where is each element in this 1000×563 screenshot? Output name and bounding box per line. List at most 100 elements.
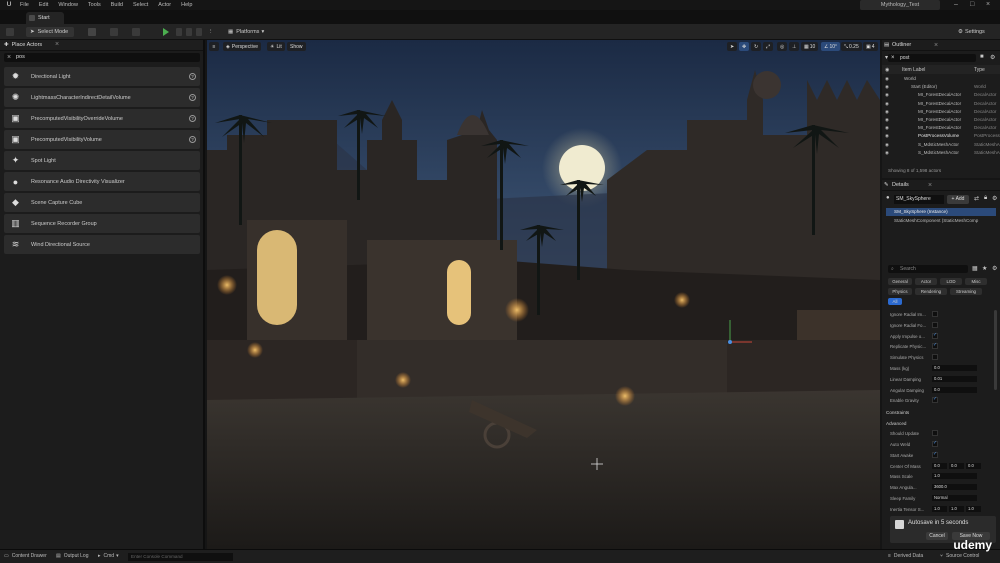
tab-all[interactable]: All bbox=[888, 298, 902, 305]
settings-dropdown[interactable]: ⚙ Settings bbox=[958, 27, 985, 37]
console-command-input[interactable]: Enter Console Command bbox=[128, 553, 233, 561]
menu-window[interactable]: Window bbox=[58, 2, 78, 8]
actor-item[interactable]: ✦ Spot Light bbox=[4, 151, 200, 170]
eject-button[interactable] bbox=[196, 27, 202, 37]
visibility-eye-icon[interactable]: ◉ bbox=[885, 133, 889, 139]
translate-tool-icon[interactable]: ✥ bbox=[739, 42, 750, 51]
property-value-field[interactable]: 3600.0 bbox=[932, 484, 977, 491]
output-log-button[interactable]: ▤ Output Log bbox=[56, 553, 88, 559]
property-checkbox[interactable] bbox=[932, 332, 938, 339]
menu-file[interactable]: File bbox=[20, 2, 29, 8]
outliner-row[interactable]: ◉ MI_ForestDecalActor DecalActor bbox=[882, 109, 1000, 117]
vector-component-field[interactable]: 1.0 bbox=[932, 505, 947, 512]
show-dropdown[interactable]: Show bbox=[287, 42, 306, 51]
visibility-eye-icon[interactable]: ◉ bbox=[885, 142, 889, 148]
menu-edit[interactable]: Edit bbox=[39, 2, 48, 8]
visibility-eye-icon[interactable]: ◉ bbox=[885, 109, 889, 115]
actor-item[interactable]: ● Resonance Audio Directivity Visualizer bbox=[4, 172, 200, 191]
property-checkbox[interactable] bbox=[932, 440, 938, 447]
component-row[interactable]: StaticMeshComponent (StaticMeshComp bbox=[894, 218, 978, 223]
outliner-row[interactable]: ◉ MI_ForestDecalActor DecalActor bbox=[882, 92, 1000, 100]
property-value-field[interactable]: Normal bbox=[932, 495, 977, 501]
rotation-snap-button[interactable]: ∠ 10° bbox=[821, 42, 841, 51]
advanced-section[interactable]: Advanced bbox=[886, 421, 906, 426]
outliner-row[interactable]: ◉ Start (Editor) World bbox=[882, 84, 1000, 92]
play-options-icon[interactable]: ⋮ bbox=[208, 27, 214, 37]
constraints-section[interactable]: Constraints bbox=[886, 410, 909, 415]
blueprint-icon[interactable]: ⇄ bbox=[974, 195, 979, 202]
vector-component-field[interactable]: 0.0 bbox=[932, 462, 947, 469]
tab-general[interactable]: General bbox=[888, 278, 912, 285]
viewport-menu-icon[interactable]: ≡ bbox=[209, 42, 219, 51]
outliner-row[interactable]: ◉ World bbox=[882, 76, 1000, 84]
help-icon[interactable]: ? bbox=[189, 115, 196, 122]
property-checkbox[interactable] bbox=[932, 354, 938, 361]
outliner-row[interactable]: ◉ MI_ForestDecalActor DecalActor bbox=[882, 125, 1000, 133]
add-component-button[interactable]: + Add bbox=[947, 195, 969, 204]
tab-streaming[interactable]: Streaming bbox=[950, 288, 982, 295]
cancel-button[interactable]: Cancel bbox=[926, 532, 948, 540]
surface-snap-icon[interactable]: ⊥ bbox=[789, 42, 800, 51]
property-checkbox[interactable] bbox=[932, 311, 938, 317]
grid-snap-button[interactable]: ▦ 10 bbox=[801, 42, 819, 51]
tab-physics[interactable]: Physics bbox=[888, 288, 912, 295]
menu-build[interactable]: Build bbox=[111, 2, 123, 8]
details-scrollbar[interactable] bbox=[994, 310, 997, 390]
lock-icon[interactable]: 🔒︎ bbox=[984, 195, 987, 202]
property-checkbox[interactable] bbox=[932, 342, 938, 350]
select-mode-dropdown[interactable]: ➤ Select Mode bbox=[26, 27, 74, 37]
actor-item[interactable]: ✹ Directional Light? bbox=[4, 67, 200, 86]
actor-item[interactable]: ✺ LightmassCharacterIndirectDetailVolume? bbox=[4, 88, 200, 107]
actor-item[interactable]: ◆ Scene Capture Cube bbox=[4, 193, 200, 212]
actor-item[interactable]: ▣ PrecomputedVisibilityOverrideVolume? bbox=[4, 109, 200, 128]
help-icon[interactable]: ? bbox=[189, 73, 196, 80]
settings-icon[interactable]: ⚙ bbox=[990, 54, 995, 61]
unreal-logo-icon[interactable]: U bbox=[4, 0, 14, 10]
visibility-eye-icon[interactable]: ◉ bbox=[885, 76, 889, 82]
blueprint-icon[interactable] bbox=[110, 27, 118, 37]
col-type[interactable]: Type bbox=[974, 67, 985, 73]
visibility-eye-icon[interactable]: ◉ bbox=[885, 84, 889, 90]
menu-help[interactable]: Help bbox=[181, 2, 192, 8]
outliner-row[interactable]: ◉ PostProcessVolume PostProcessVol bbox=[882, 133, 1000, 141]
source-control-button[interactable]: ⑂ Source Control bbox=[940, 553, 979, 559]
actor-item[interactable]: ▥ Sequence Recorder Group bbox=[4, 214, 200, 233]
instance-row[interactable]: SM_SkySphere (Instance) bbox=[886, 208, 996, 216]
outliner-row[interactable]: ◉ S_MdsticMeshActor StaticMeshActor bbox=[882, 150, 1000, 158]
close-icon[interactable]: × bbox=[928, 182, 932, 189]
add-content-icon[interactable] bbox=[88, 27, 96, 37]
camera-speed-button[interactable]: ▣ 4 bbox=[863, 42, 878, 51]
visibility-eye-icon[interactable]: ◉ bbox=[885, 101, 889, 107]
level-viewport[interactable]: ≡ ◈ Perspective ☀ Lit Show ➤ ✥ ↻ ⤢ ◎ ⊥ ▦… bbox=[207, 40, 880, 549]
rotate-tool-icon[interactable]: ↻ bbox=[751, 42, 762, 51]
play-button[interactable] bbox=[163, 27, 169, 37]
outliner-row[interactable]: ◉ S_MdsticMeshActor StaticMeshActor bbox=[882, 142, 1000, 150]
actor-item[interactable]: ≋ Wind Directional Source bbox=[4, 235, 200, 254]
cmd-dropdown[interactable]: ▸ Cmd ▾ bbox=[98, 553, 119, 559]
property-value-field[interactable]: 0.0 bbox=[932, 365, 977, 371]
tab-start[interactable]: Start bbox=[26, 12, 64, 24]
close-window-icon[interactable]: × bbox=[986, 1, 990, 8]
vector-component-field[interactable]: 1.0 bbox=[966, 505, 981, 512]
menu-tools[interactable]: Tools bbox=[88, 2, 101, 8]
tab-misc[interactable]: Misc bbox=[965, 278, 987, 285]
tab-rendering[interactable]: Rendering bbox=[915, 288, 947, 295]
perspective-dropdown[interactable]: ◈ Perspective bbox=[223, 42, 261, 51]
visibility-eye-icon[interactable]: ◉ bbox=[885, 125, 889, 131]
visibility-eye-icon[interactable]: ◉ bbox=[885, 92, 889, 98]
derived-data-button[interactable]: ≡ Derived Data bbox=[888, 553, 923, 559]
vector-component-field[interactable]: 0.0 bbox=[966, 462, 981, 469]
place-actors-search-input[interactable]: × pos bbox=[4, 53, 200, 62]
save-icon[interactable] bbox=[6, 27, 14, 37]
visibility-eye-icon[interactable]: ◉ bbox=[885, 117, 889, 123]
settings-icon[interactable]: ⚙ bbox=[992, 195, 997, 202]
actor-item[interactable]: ▣ PrecomputedVisibilityVolume? bbox=[4, 130, 200, 149]
close-icon[interactable]: × bbox=[934, 42, 938, 49]
menu-actor[interactable]: Actor bbox=[158, 2, 171, 8]
outliner-search-input[interactable]: × post bbox=[888, 54, 976, 62]
maximize-icon[interactable]: □ bbox=[970, 1, 974, 8]
clear-search-icon[interactable]: × bbox=[7, 53, 11, 62]
property-value-field[interactable]: 0.0 bbox=[932, 386, 977, 393]
world-local-icon[interactable]: ◎ bbox=[777, 42, 788, 51]
property-value-field[interactable]: 1.0 bbox=[932, 473, 977, 480]
